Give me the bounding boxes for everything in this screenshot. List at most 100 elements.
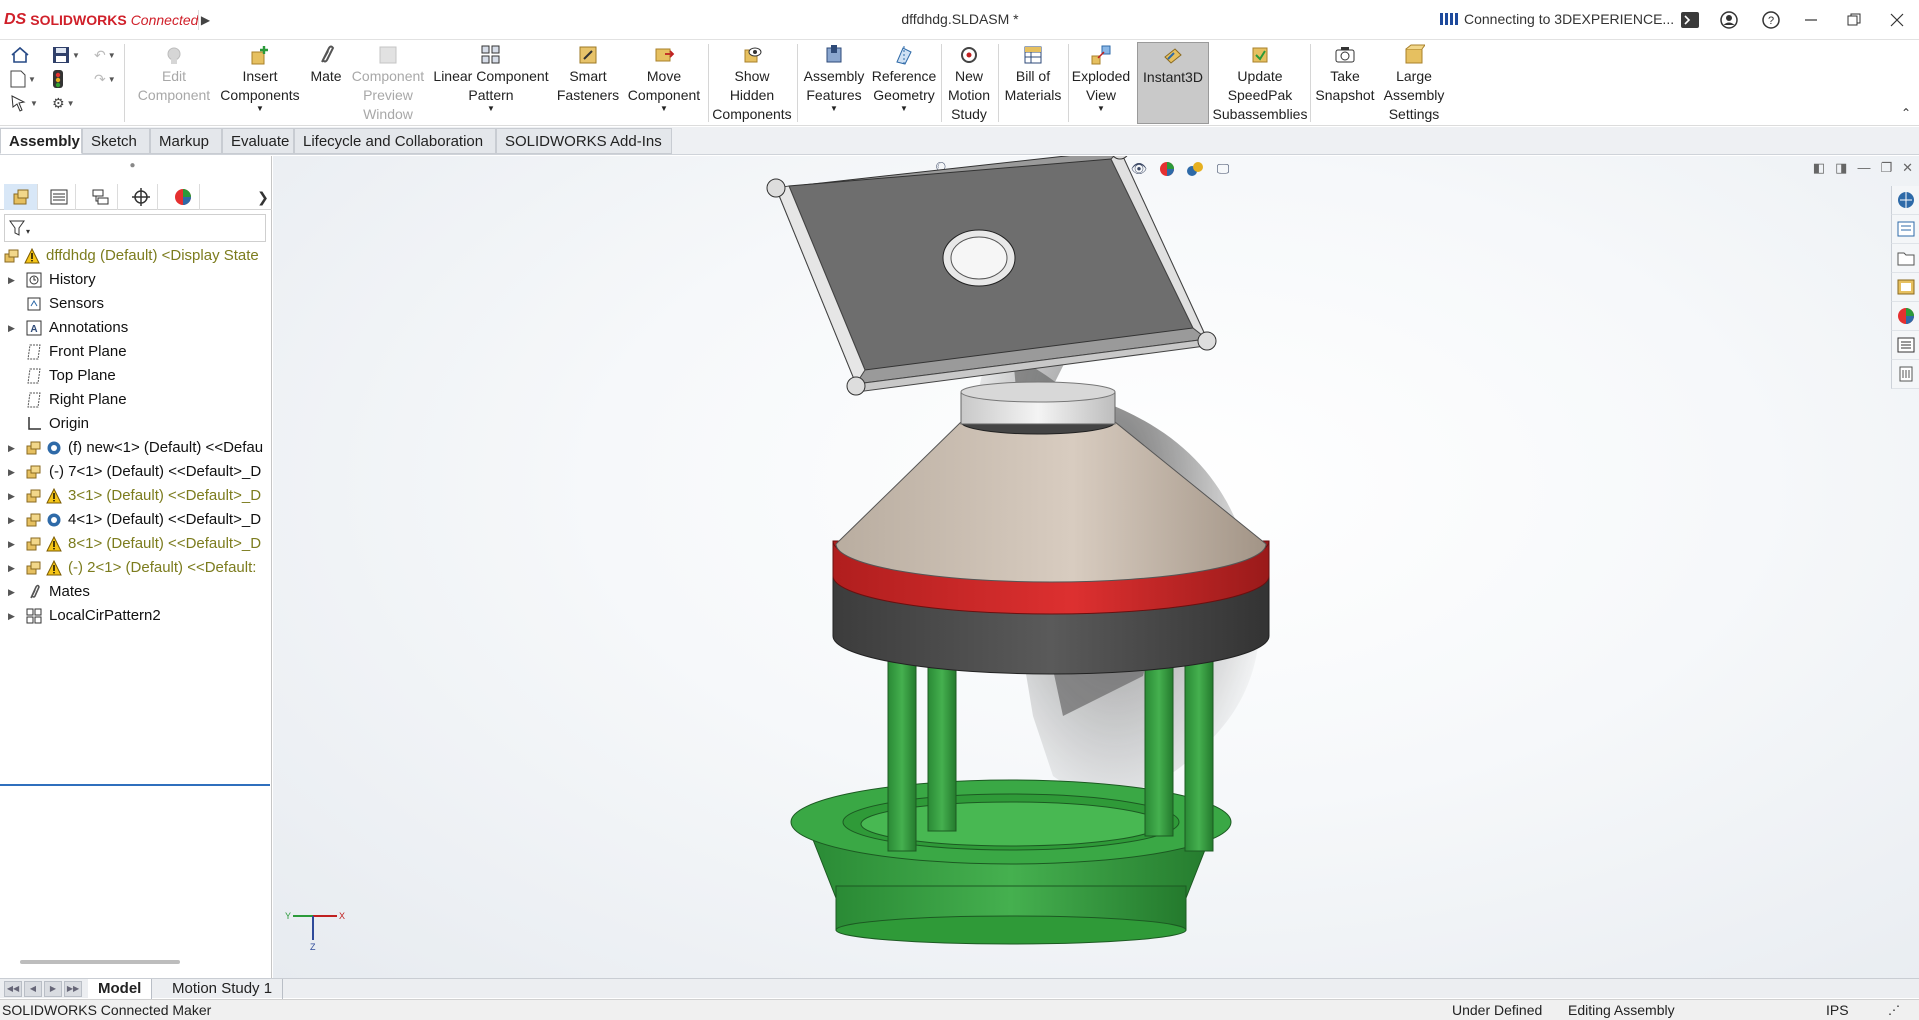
bill-of-materials-button[interactable]: Bill of Materials (1000, 42, 1066, 124)
horizontal-scrollbar[interactable] (20, 960, 180, 964)
expand-arrow-icon[interactable]: ▶ (8, 604, 18, 628)
last-tab-icon[interactable]: ▶▶ (64, 981, 82, 997)
tree-item-component-7[interactable]: ▶ (-) 7<1> (Default) <<Default>_D (0, 460, 272, 484)
tab-assembly[interactable]: Assembly (0, 128, 82, 154)
expand-arrow-icon[interactable]: ▶ (8, 532, 18, 556)
gear-status-icon (47, 513, 61, 527)
assembly-features-icon (826, 45, 842, 63)
rebuild-icon[interactable] (52, 68, 88, 90)
tree-item-history[interactable]: ▶ History (0, 268, 272, 292)
plane-icon (27, 392, 41, 408)
tab-lifecycle-collaboration[interactable]: Lifecycle and Collaboration (294, 128, 496, 154)
minimize-icon[interactable] (1800, 9, 1822, 31)
assembly-model[interactable] (273, 156, 1919, 978)
expand-arrow-icon[interactable]: ▶ (8, 460, 18, 484)
tree-item-annotations[interactable]: ▶ A Annotations (0, 316, 272, 340)
app-logo[interactable]: DS SOLIDWORKS Connected (4, 8, 198, 32)
preview-window-icon (379, 46, 397, 64)
command-search-icon[interactable] (1679, 9, 1701, 31)
smart-fasteners-button[interactable]: Smart Fasteners (554, 42, 622, 124)
tab-motion-study-1[interactable]: Motion Study 1 (162, 979, 284, 999)
mate-button[interactable]: Mate (306, 42, 346, 124)
collapse-ribbon-icon[interactable]: ⌃ (1901, 106, 1911, 120)
tab-model[interactable]: Model (88, 979, 153, 999)
assembly-features-button[interactable]: Assembly Features ▼ (800, 42, 868, 124)
new-motion-study-button[interactable]: New Motion Study (944, 42, 994, 124)
mate-paperclip-icon (321, 45, 335, 63)
dimxpert-tab-icon[interactable] (124, 184, 158, 210)
configuration-manager-tab-icon[interactable] (84, 184, 118, 210)
dropdown-arrow-icon[interactable]: ▼ (830, 105, 838, 113)
large-assembly-settings-button[interactable]: Large Assembly Settings (1378, 42, 1450, 124)
tab-sketch[interactable]: Sketch (82, 128, 150, 154)
status-units[interactable]: IPS (1826, 1000, 1849, 1020)
move-component-button[interactable]: Move Component ▼ (624, 42, 704, 124)
circular-pattern-icon (26, 608, 42, 624)
component-preview-window-button[interactable]: Component Preview Window (350, 42, 426, 124)
tree-item-origin[interactable]: Origin (0, 412, 272, 436)
save-icon[interactable]: ▼ (52, 44, 88, 66)
expand-arrow-icon[interactable]: ▶ (8, 484, 18, 508)
panel-grip-icon[interactable]: ⦁ (130, 160, 135, 171)
tree-item-sensors[interactable]: Sensors (0, 292, 272, 316)
tab-solidworks-addins[interactable]: SOLIDWORKS Add-Ins (496, 128, 672, 154)
edit-component-button[interactable]: Edit Component (134, 42, 214, 124)
tree-item-front-plane[interactable]: Front Plane (0, 340, 272, 364)
tree-filter-field[interactable]: ▾ (4, 214, 266, 242)
tree-item-component-new[interactable]: ▶ (f) new<1> (Default) <<Defau (0, 436, 272, 460)
exploded-view-icon (1091, 45, 1111, 65)
take-snapshot-button[interactable]: Take Snapshot (1314, 42, 1376, 124)
property-manager-tab-icon[interactable] (42, 184, 76, 210)
dropdown-arrow-icon[interactable]: ▼ (1097, 105, 1105, 113)
linear-component-pattern-button[interactable]: Linear Component Pattern ▼ (432, 42, 550, 124)
tree-item-localcirpattern2[interactable]: ▶ LocalCirPattern2 (0, 604, 272, 628)
user-account-icon[interactable] (1718, 9, 1740, 31)
graphics-area[interactable]: 🔍︎ ⌕ ↩ ◫ ▣ ◧ ▾ 👁︎ 🖵︎ ◧ ◨ — ❐ ✕ (273, 156, 1919, 978)
tree-item-component-8[interactable]: ▶ 8<1> (Default) <<Default>_D (0, 532, 272, 556)
expand-arrow-icon[interactable]: ▶ (8, 268, 18, 292)
options-gear-icon[interactable]: ⚙ ▼ (52, 92, 88, 114)
instant3d-button[interactable]: Instant3D (1137, 42, 1209, 124)
dropdown-arrow-icon[interactable]: ▼ (900, 105, 908, 113)
dropdown-arrow-icon[interactable]: ▼ (256, 105, 264, 113)
tree-item-component-3[interactable]: ▶ 3<1> (Default) <<Default>_D (0, 484, 272, 508)
warning-icon (46, 536, 62, 552)
tab-evaluate[interactable]: Evaluate (222, 128, 294, 154)
exploded-view-button[interactable]: Exploded View ▼ (1070, 42, 1132, 124)
new-document-icon[interactable]: ▼ (10, 68, 46, 90)
edit-component-icon (167, 47, 181, 64)
menu-expand-icon[interactable]: ▶ (198, 10, 212, 30)
close-icon[interactable] (1886, 9, 1908, 31)
dropdown-arrow-icon[interactable]: ▼ (487, 105, 495, 113)
tree-item-root-assembly[interactable]: dffdhdg (Default) <Display State (0, 244, 272, 268)
resize-grip-icon[interactable]: ⋰ (1888, 1000, 1900, 1020)
next-tab-icon[interactable]: ▶ (44, 981, 62, 997)
connection-status[interactable]: Connecting to 3DEXPERIENCE... (1440, 11, 1674, 27)
dropdown-arrow-icon[interactable]: ▼ (660, 105, 668, 113)
previous-tab-icon[interactable]: ◀ (24, 981, 42, 997)
expand-arrow-icon[interactable]: ▶ (8, 316, 18, 340)
tree-item-right-plane[interactable]: Right Plane (0, 388, 272, 412)
insert-components-button[interactable]: Insert Components ▼ (218, 42, 302, 124)
display-manager-tab-icon[interactable] (166, 184, 200, 210)
help-icon[interactable]: ? (1760, 9, 1782, 31)
tree-item-component-2[interactable]: ▶ (-) 2<1> (Default) <<Default: (0, 556, 272, 580)
select-icon[interactable]: ▼ (10, 92, 46, 114)
tab-markup[interactable]: Markup (150, 128, 222, 154)
expand-arrow-icon[interactable]: ▶ (8, 436, 18, 460)
rollback-bar[interactable] (0, 784, 270, 786)
update-speedpak-button[interactable]: Update SpeedPak Subassemblies (1212, 42, 1308, 124)
expand-arrow-icon[interactable]: ▶ (8, 508, 18, 532)
camera-icon (1335, 47, 1355, 63)
tree-item-mates[interactable]: ▶ Mates (0, 580, 272, 604)
first-tab-icon[interactable]: ◀◀ (4, 981, 22, 997)
expand-arrow-icon[interactable]: ▶ (8, 556, 18, 580)
tree-item-top-plane[interactable]: Top Plane (0, 364, 272, 388)
home-icon[interactable] (10, 44, 46, 66)
reference-geometry-button[interactable]: Reference Geometry ▼ (870, 42, 938, 124)
feature-manager-tab-icon[interactable] (4, 184, 38, 210)
show-hidden-components-button[interactable]: Show Hidden Components (712, 42, 792, 124)
tree-item-component-4[interactable]: ▶ 4<1> (Default) <<Default>_D (0, 508, 272, 532)
restore-icon[interactable] (1843, 9, 1865, 31)
expand-arrow-icon[interactable]: ▶ (8, 580, 18, 604)
